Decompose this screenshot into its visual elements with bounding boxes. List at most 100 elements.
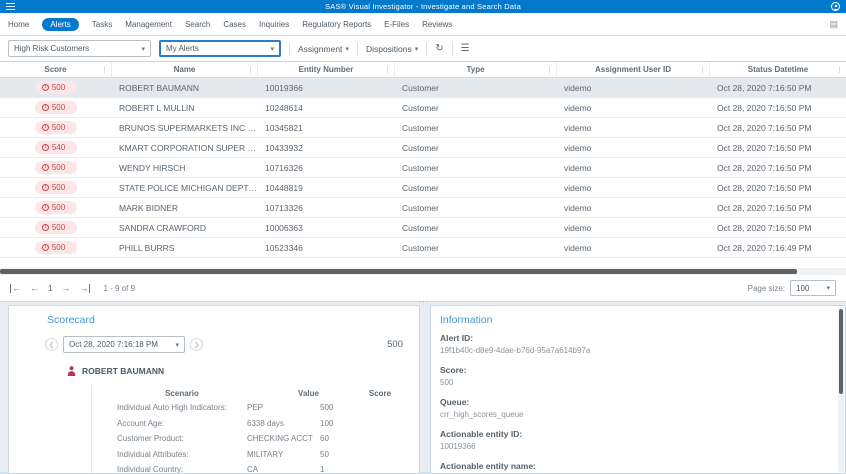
horizontal-scrollbar-thumb[interactable] (0, 269, 797, 274)
table-row[interactable]: !500 STATE POLICE MICHIGAN DEPT STATE PO… (0, 178, 846, 198)
cell-name: ROBERT L MULLIN (119, 102, 195, 113)
page-size-label: Page size: (747, 283, 785, 293)
column-header-name[interactable]: Name ⋮ (112, 62, 258, 77)
column-menu-icon[interactable]: ⋮ (699, 66, 706, 74)
refresh-icon[interactable]: ↻ (435, 43, 443, 54)
information-panel: Information Alert ID: 19f1b40c-d8e9-4dae… (430, 305, 846, 474)
cell-entity-number: 10248614 (265, 102, 303, 113)
cell-type: Customer (402, 222, 439, 233)
alerts-table: Score ⋮ Name ⋮ Entity Number ⋮ Type ⋮ Assign… (0, 62, 846, 258)
column-header-entity-number[interactable]: Entity Number ⋮ (258, 62, 395, 77)
vertical-scrollbar-thumb[interactable] (839, 309, 843, 394)
column-header-score[interactable]: Score ⋮ (0, 62, 112, 77)
alerts-table-header: Score ⋮ Name ⋮ Entity Number ⋮ Type ⋮ Assign… (0, 62, 846, 78)
cell-name: PHILL BURRS (119, 242, 175, 253)
nav-efiles[interactable]: E-Files (384, 20, 409, 29)
table-row[interactable]: ! 500 ROBERT BAUMANN 10019366 Customer vi… (0, 78, 846, 98)
scenario-score: 100 (320, 418, 334, 428)
column-menu-icon[interactable]: ⋮ (384, 66, 391, 74)
next-date-button[interactable]: ❯ (190, 338, 203, 351)
column-header-status-datetime[interactable]: Status Datetime ⋮ (710, 62, 846, 77)
cell-type: Customer (402, 142, 439, 153)
alert-warning-icon: ! (41, 84, 49, 91)
table-row[interactable]: ! 500 SANDRA CRAWFORD 10006363 Customer v… (0, 218, 846, 238)
previous-page-button[interactable]: ← (30, 283, 39, 293)
cell-type: Customer (402, 182, 439, 193)
nav-regulatory-reports[interactable]: Regulatory Reports (302, 20, 371, 29)
alert-warning-icon: ! (41, 144, 49, 151)
nav-inquiries[interactable]: Inquiries (259, 20, 289, 29)
nav-management[interactable]: Management (125, 20, 172, 29)
cell-name: STATE POLICE MICHIGAN DEPT STATE POLICE … (119, 182, 258, 193)
scorecard-col-scenario: Scenario (165, 388, 199, 398)
field-value: 10019366 (440, 442, 476, 451)
nav-search[interactable]: Search (185, 20, 210, 29)
horizontal-scrollbar[interactable] (0, 268, 846, 275)
cell-entity-number: 10006363 (265, 222, 303, 233)
cell-assignment-user: videmo (564, 82, 592, 93)
column-menu-icon[interactable]: ⋮ (101, 66, 108, 74)
scorecard-row: Individual Auto High Indicators: PEP 500 (92, 400, 419, 416)
scorecard-title: Scorecard (47, 314, 95, 326)
scenario-label: Customer Product: (117, 434, 184, 444)
cell-status-datetime: Oct 28, 2020 7:16:50 PM (717, 122, 812, 133)
table-row[interactable]: !540 KMART CORPORATION SUPER K 4982 1043… (0, 138, 846, 158)
table-row[interactable]: ! 500 PHILL BURRS 10523346 Customer videm… (0, 238, 846, 258)
scenario-score: 1 (320, 465, 325, 474)
nav-cases[interactable]: Cases (223, 20, 246, 29)
nav-home[interactable]: Home (8, 20, 29, 29)
toolbar-separator (451, 41, 453, 56)
page-size-select[interactable]: 100 ▾ (790, 280, 836, 296)
table-row[interactable]: ! 500 ROBERT L MULLIN 10248614 Customer v… (0, 98, 846, 118)
scenario-label: Individual Country: (117, 465, 184, 474)
scorecard-row: Customer Product: CHECKING ACCT 60 (92, 431, 419, 447)
column-menu-icon[interactable]: ⋮ (546, 66, 553, 74)
table-row[interactable]: ! 500 WENDY HIRSCH 10716326 Customer vide… (0, 158, 846, 178)
column-header-type[interactable]: Type ⋮ (395, 62, 557, 77)
splitter-handle[interactable]: ... (412, 295, 436, 304)
cell-status-datetime: Oct 28, 2020 7:16:50 PM (717, 142, 812, 153)
panel-divider (420, 305, 430, 472)
scorecard-table: Scenario Value Score Individual Auto Hig… (91, 386, 419, 474)
dispositions-label: Dispositions (365, 43, 412, 54)
next-page-button[interactable]: → (61, 283, 70, 293)
dispositions-menu-button[interactable]: Dispositions ▾ (366, 44, 418, 54)
nav-reviews[interactable]: Reviews (422, 20, 452, 29)
chevron-down-icon: ▾ (270, 45, 274, 53)
alert-warning-icon: ! (41, 164, 49, 171)
assignment-label: Assignment (298, 43, 343, 54)
scorecard-date-select[interactable]: Oct 28, 2020 7:16:18 PM ▾ (63, 336, 185, 353)
field-label: Alert ID: (440, 333, 474, 343)
cell-name: ROBERT BAUMANN (119, 82, 199, 93)
toolbar-separator (356, 41, 358, 56)
field-label: Actionable entity name: (440, 461, 536, 471)
alert-filter-select[interactable]: High Risk Customers ▾ (8, 40, 151, 57)
toolbar-separator (289, 41, 290, 56)
nav-alerts[interactable]: Alerts (42, 17, 79, 31)
column-header-assignment-user-id[interactable]: Assignment User ID ⋮ (557, 62, 710, 77)
page-size-value: 100 (796, 283, 810, 293)
alert-view-select[interactable]: My Alerts ▾ (159, 40, 281, 57)
assignment-menu-button[interactable]: Assignment ▾ (298, 44, 349, 54)
info-field-actionable-entity-id: Actionable entity ID: 10019366 (440, 429, 831, 451)
cell-entity-number: 10713326 (265, 202, 303, 213)
cell-entity-number: 10523346 (265, 242, 303, 253)
document-icon[interactable]: ▤ (829, 19, 838, 29)
scorecard-row: Individual Attributes: MILITARY 50 (92, 447, 419, 463)
vertical-scrollbar[interactable] (838, 307, 844, 472)
scorecard-date-value: Oct 28, 2020 7:16:18 PM (69, 340, 158, 349)
previous-date-button[interactable]: ❮ (45, 338, 58, 351)
last-page-button[interactable]: → (79, 283, 91, 293)
score-badge: ! 500 (34, 181, 78, 194)
cell-status-datetime: Oct 28, 2020 7:16:49 PM (717, 242, 812, 253)
alert-view-value: My Alerts (166, 44, 199, 53)
table-row[interactable]: !500 BRUNOS SUPERMARKETS INC FOOD WORLD … (0, 118, 846, 138)
table-row[interactable]: ! 500 MARK BIDNER 10713326 Customer videm… (0, 198, 846, 218)
first-page-button[interactable]: ← (10, 283, 21, 293)
nav-tasks[interactable]: Tasks (92, 20, 112, 29)
column-menu-icon[interactable]: ⋮ (247, 66, 254, 74)
cell-assignment-user: videmo (564, 142, 592, 153)
column-menu-icon[interactable]: ⋮ (836, 66, 843, 74)
column-settings-icon[interactable]: ☰ (461, 43, 470, 54)
user-avatar-icon[interactable] (831, 2, 840, 11)
